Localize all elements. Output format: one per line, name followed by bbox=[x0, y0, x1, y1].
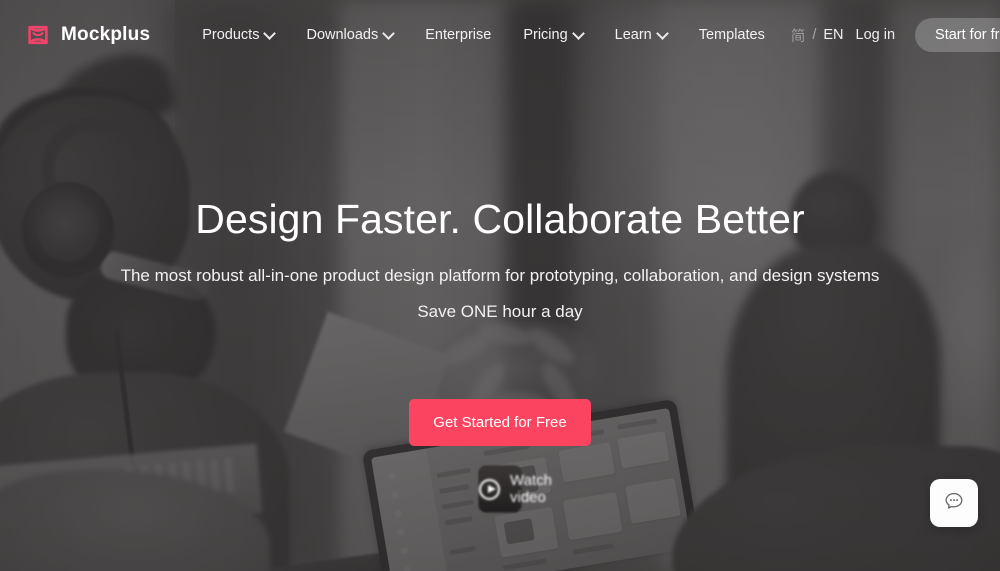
hero-heading: Design Faster. Collaborate Better bbox=[195, 196, 805, 242]
nav-label-downloads: Downloads bbox=[306, 27, 379, 43]
language-separator: / bbox=[812, 27, 817, 43]
site-header: Mockplus Products Downloads Enterprise P… bbox=[0, 0, 1000, 70]
main-navigation: Products Downloads Enterprise Pricing Le… bbox=[186, 17, 843, 53]
chevron-down-icon bbox=[574, 29, 583, 38]
nav-item-templates[interactable]: Templates bbox=[683, 17, 781, 53]
watch-video-label: Watch video bbox=[510, 472, 552, 506]
nav-label-pricing: Pricing bbox=[523, 27, 568, 43]
hero-subheading-line-2: Save ONE hour a day bbox=[417, 302, 583, 321]
language-option-english[interactable]: EN bbox=[823, 27, 843, 43]
chat-bubble-icon bbox=[942, 489, 966, 518]
login-link[interactable]: Log in bbox=[844, 19, 908, 51]
nav-item-enterprise[interactable]: Enterprise bbox=[409, 17, 507, 53]
nav-item-learn[interactable]: Learn bbox=[599, 17, 683, 53]
brand-logo-link[interactable]: Mockplus bbox=[26, 23, 150, 47]
mockplus-logo-icon bbox=[26, 23, 50, 47]
start-for-free-button[interactable]: Start for free bbox=[915, 18, 1000, 52]
nav-item-products[interactable]: Products bbox=[186, 17, 290, 53]
play-circle-icon bbox=[479, 478, 500, 500]
header-actions: Log in Start for free bbox=[844, 18, 1000, 52]
brand-name: Mockplus bbox=[61, 24, 151, 45]
chevron-down-icon bbox=[658, 29, 667, 38]
get-started-for-free-button[interactable]: Get Started for Free bbox=[409, 399, 591, 446]
chat-widget-button[interactable] bbox=[930, 479, 978, 527]
language-option-chinese[interactable]: 简 bbox=[791, 25, 806, 46]
hero-content: Design Faster. Collaborate Better The mo… bbox=[0, 0, 1000, 571]
chevron-down-icon bbox=[384, 29, 393, 38]
nav-label-enterprise: Enterprise bbox=[425, 27, 492, 43]
watch-video-button[interactable]: Watch video bbox=[479, 466, 552, 512]
nav-item-pricing[interactable]: Pricing bbox=[507, 17, 598, 53]
hero-subheading-line-1: The most robust all-in-one product desig… bbox=[120, 266, 880, 285]
nav-label-templates: Templates bbox=[698, 27, 765, 43]
language-switcher: 简 / EN bbox=[791, 25, 844, 46]
chevron-down-icon bbox=[265, 29, 274, 38]
nav-label-products: Products bbox=[202, 27, 260, 43]
nav-item-downloads[interactable]: Downloads bbox=[290, 17, 409, 53]
nav-label-learn: Learn bbox=[614, 27, 652, 43]
